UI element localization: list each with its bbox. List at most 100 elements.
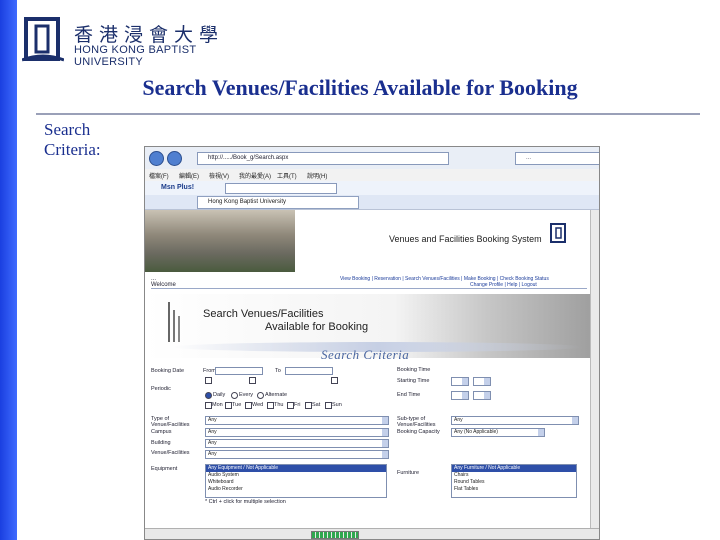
furniture-list[interactable]: Any Furniture / Not Applicable Chairs Ro… [451,464,577,498]
menu-view[interactable]: 檢視(V) [209,171,229,180]
search-criteria-heading: Search Criteria [321,347,410,362]
end-time-label: End Time [397,392,421,398]
furniture-option[interactable]: Any Furniture / Not Applicable [452,465,576,472]
daily-label: Daily [213,392,226,398]
type-select[interactable]: Any [205,416,389,425]
type-label: Type of Venue/Facilities [151,416,190,428]
furniture-option[interactable]: Chairs [452,472,576,479]
fri-label: Fri [294,402,301,408]
thu-checkbox[interactable] [267,402,274,409]
sun-label: Sun [332,402,342,408]
sat-checkbox[interactable] [305,402,312,409]
user-info: ... Welcome [151,276,176,288]
start-hour-select[interactable] [451,377,469,386]
browser-tab[interactable]: Hong Kong Baptist University [197,196,359,209]
every-radio[interactable] [231,392,238,399]
forward-icon[interactable] [167,151,182,166]
from-label: From [203,368,216,374]
messenger-toolbar: Msn Plus! [145,181,599,196]
furniture-option[interactable]: Round Tables [452,479,576,486]
browser-nav-bar: http://...../Book_g/Search.aspx ... [145,147,599,170]
wed-label: Wed [252,402,264,408]
browser-tab-bar: Hong Kong Baptist University [145,195,599,210]
to-date-input[interactable] [285,367,333,375]
building-select[interactable]: Any [205,439,389,448]
equipment-option[interactable]: Audio System [206,472,386,479]
menu-file[interactable]: 檔案(F) [149,171,169,180]
tue-checkbox[interactable] [225,402,232,409]
messenger-label[interactable]: Msn Plus! [161,184,194,191]
campus-select[interactable]: Any [205,428,389,437]
fri-checkbox[interactable] [287,402,294,409]
checkbox-2[interactable] [249,377,256,384]
subtype-label: Sub-type of Venue/Facilities [397,416,436,428]
furniture-option[interactable]: Flat Tables [452,486,576,493]
messenger-input[interactable] [225,183,337,194]
university-logo-icon [22,17,64,62]
web-page: Venues and Facilities Booking System ...… [145,210,599,530]
venue-select[interactable]: Any [205,450,389,459]
starting-time-label: Starting Time [397,378,430,384]
subtype-select[interactable]: Any [451,416,579,425]
browser-screenshot: http://...../Book_g/Search.aspx ... 檔案(F… [144,146,600,540]
every-label: Every [239,392,254,398]
venue-label: Venue/Facilities [151,450,190,456]
svf-line1: Search Venues/Facilities [203,308,324,320]
address-input[interactable]: http://...../Book_g/Search.aspx [197,152,449,165]
equipment-label: Equipment [151,466,178,472]
system-logo-icon [550,223,566,243]
periodic-label: Periodic [151,386,171,392]
menu-tools[interactable]: 工具(T) [277,171,297,180]
booking-date-label: Booking Date [151,368,185,374]
checkbox-1[interactable] [205,377,212,384]
mon-label: Mon [212,402,223,408]
page-separator [151,288,587,289]
wed-checkbox[interactable] [245,402,252,409]
page-title: Search Venues/Facilities Available for B… [142,75,578,100]
end-hour-select[interactable] [451,391,469,400]
search-criteria-label: Search Criteria: [44,120,101,159]
campus-photo [145,210,295,272]
checkbox-3[interactable] [331,377,338,384]
page-links: View Booking | Reservation | Search Venu… [340,276,549,288]
building-label: Building [151,440,171,446]
sun-checkbox[interactable] [325,402,332,409]
mon-checkbox[interactable] [205,402,212,409]
alternate-label: Alternate [265,392,288,398]
menu-help[interactable]: 說明(H) [307,171,327,180]
hkbu-logo: 香港浸會大學 HONG KONG BAPTIST UNIVERSITY [22,14,252,68]
logo-chinese-name: 香港浸會大學 [74,24,225,46]
equipment-option[interactable]: Any Equipment / Not Applicable [206,465,386,472]
booking-time-label: Booking Time [397,367,431,373]
back-icon[interactable] [149,151,164,166]
capacity-select[interactable]: Any (No Applicable) [451,428,545,437]
furniture-label: Furniture [397,470,420,476]
menu-favorites[interactable]: 我的最愛(A) [239,171,271,180]
daily-radio[interactable] [205,392,212,399]
svf-line2: Available for Booking [265,321,369,333]
search-form: Booking Date From To Booking Time Starti… [151,366,591,539]
equipment-list[interactable]: Any Equipment / Not Applicable Audio Sys… [205,464,387,498]
pillars-icon [168,302,180,342]
title-divider [36,113,700,115]
capacity-label: Booking Capacity [397,429,440,435]
campus-label: Campus [151,429,172,435]
system-name: Venues and Facilities Booking System [389,234,542,244]
from-date-input[interactable] [215,367,263,375]
vertical-scrollbar[interactable] [590,210,599,530]
browser-status-bar [145,528,599,539]
thu-label: Thu [274,402,284,408]
sat-label: Sat [312,402,321,408]
equipment-note: * Ctrl + click for multiple selection [205,499,286,505]
end-minute-select[interactable] [473,391,491,400]
start-minute-select[interactable] [473,377,491,386]
equipment-option[interactable]: Whiteboard [206,479,386,486]
menu-edit[interactable]: 編輯(E) [179,171,199,180]
loading-progress [311,531,359,539]
browser-search-input[interactable]: ... [515,152,599,165]
alternate-radio[interactable] [257,392,264,399]
logo-english-name: HONG KONG BAPTIST UNIVERSITY [74,44,197,68]
equipment-option[interactable]: Audio Recorder [206,486,386,493]
page-banner: Venues and Facilities Booking System [145,210,599,272]
to-label: To [275,368,281,374]
